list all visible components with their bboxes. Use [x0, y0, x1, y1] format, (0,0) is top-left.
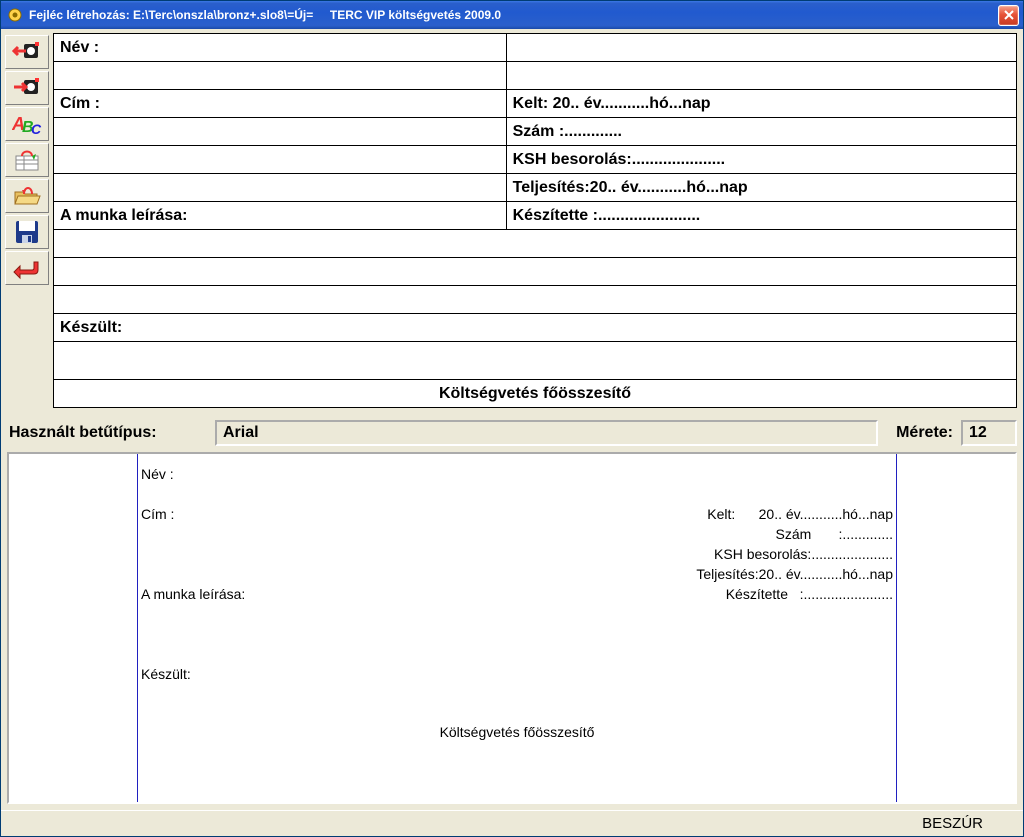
header-form: Név : Cím : Kelt: 20.. év...........hó..…	[53, 29, 1023, 414]
nev-row2-left[interactable]	[54, 62, 507, 90]
font-label: Használt betűtípus:	[7, 424, 207, 442]
cim-cell[interactable]: Cím :	[54, 90, 507, 118]
app-icon	[7, 7, 23, 23]
pv-cim: Cím :	[141, 504, 174, 524]
preview-pane[interactable]: Név : Cím : Kelt: 20.. év...........hó..…	[7, 452, 1017, 804]
cim-row4[interactable]	[54, 174, 507, 202]
page-left-margin	[137, 454, 138, 802]
svg-text:C: C	[31, 121, 42, 136]
back-button[interactable]	[5, 251, 49, 285]
save-button[interactable]	[5, 215, 49, 249]
nev-value-cell[interactable]	[506, 34, 1016, 62]
keszult-row2[interactable]	[54, 342, 1017, 380]
nev-cell[interactable]: Név :	[54, 34, 507, 62]
keszult-cell[interactable]: Készült:	[54, 314, 1017, 342]
font-row: Használt betűtípus: Arial Mérete: 12	[1, 414, 1023, 452]
pv-ksh: KSH besorolás:.....................	[714, 544, 893, 564]
munka-row4[interactable]	[54, 286, 1017, 314]
pv-teljesites: Teljesítés:20.. év...........hó...nap	[696, 564, 893, 584]
summary-title-cell[interactable]: Költségvetés főösszesítő	[54, 380, 1017, 408]
szam-cell[interactable]: Szám :.............	[506, 118, 1016, 146]
pv-szam: Szám :.............	[776, 524, 893, 544]
pv-nev: Név :	[141, 464, 174, 484]
spellcheck-button[interactable]: A B C	[5, 107, 49, 141]
statusbar: BESZÚR	[1, 810, 1023, 836]
teljesites-cell[interactable]: Teljesítés:20.. év...........hó...nap	[506, 174, 1016, 202]
svg-text:A: A	[12, 114, 25, 134]
pv-keszitette: Készítette :.......................	[726, 584, 893, 604]
template-open-button[interactable]	[5, 179, 49, 213]
import-left-icon	[12, 40, 42, 64]
cim-row2[interactable]	[54, 118, 507, 146]
font-name-field[interactable]: Arial	[215, 420, 878, 446]
munka-row2[interactable]	[54, 230, 1017, 258]
font-size-field[interactable]: 12	[961, 420, 1017, 446]
kelt-cell[interactable]: Kelt: 20.. év...........hó...nap	[506, 90, 1016, 118]
svg-text:B: B	[22, 119, 34, 136]
left-toolbar: A B C	[1, 29, 53, 414]
template-up-button[interactable]	[5, 143, 49, 177]
import-left-button[interactable]	[5, 35, 49, 69]
window-title: Fejléc létrehozás: E:\Terc\onszla\bronz+…	[29, 8, 501, 22]
ksh-cell[interactable]: KSH besorolás:.....................	[506, 146, 1016, 174]
back-icon	[12, 256, 42, 280]
pv-keszult: Készült:	[141, 664, 191, 684]
titlebar: Fejléc létrehozás: E:\Terc\onszla\bronz+…	[1, 1, 1023, 29]
import-right-button[interactable]	[5, 71, 49, 105]
spellcheck-icon: A B C	[12, 112, 42, 136]
import-right-icon	[12, 76, 42, 100]
font-size-label: Mérete:	[894, 424, 953, 442]
page-right-margin	[896, 454, 897, 802]
munka-cell[interactable]: A munka leírása:	[54, 202, 507, 230]
insert-mode-indicator: BESZÚR	[922, 815, 983, 832]
pv-kelt: Kelt: 20.. év...........hó...nap	[707, 504, 893, 524]
pv-summary: Költségvetés főösszesítő	[141, 724, 893, 740]
window-root: Fejléc létrehozás: E:\Terc\onszla\bronz+…	[0, 0, 1024, 837]
template-up-icon	[12, 148, 42, 172]
cim-row3[interactable]	[54, 146, 507, 174]
munka-row3[interactable]	[54, 258, 1017, 286]
nev-row2-right[interactable]	[506, 62, 1016, 90]
save-icon	[14, 219, 40, 245]
pv-munka: A munka leírása:	[141, 584, 245, 604]
keszitette-cell[interactable]: Készítette :.......................	[506, 202, 1016, 230]
preview-content: Név : Cím : Kelt: 20.. év...........hó..…	[141, 464, 893, 792]
close-button[interactable]	[998, 5, 1019, 26]
template-open-icon	[12, 184, 42, 208]
